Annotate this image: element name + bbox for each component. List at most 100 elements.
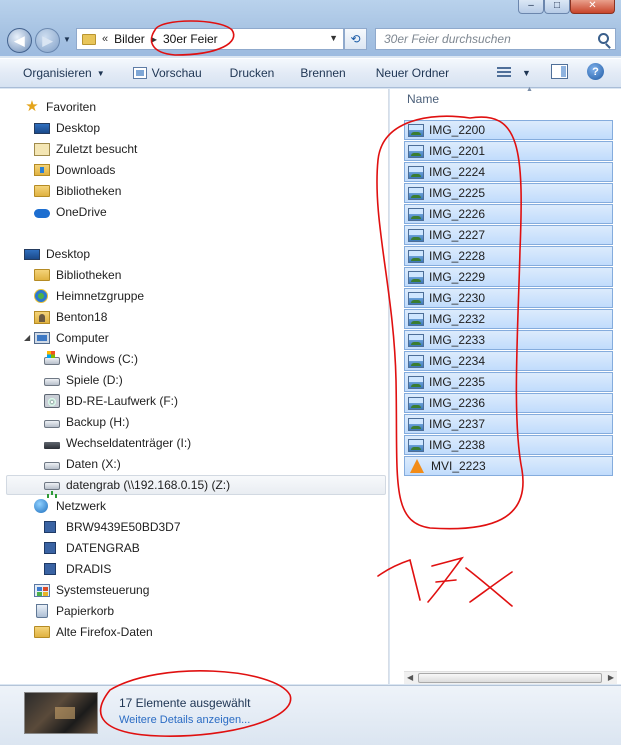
nav-user-benton18[interactable]: Benton18	[34, 307, 107, 327]
file-row[interactable]: IMG_2232	[404, 309, 613, 329]
forward-button[interactable]: ▶	[35, 28, 60, 53]
image-file-icon	[408, 228, 424, 242]
maximize-button[interactable]: □	[544, 0, 570, 14]
change-view-icon[interactable]	[497, 67, 511, 79]
horizontal-scrollbar[interactable]: ◀ ▶	[404, 671, 617, 684]
recent-places-icon	[34, 142, 50, 156]
view-options-chevron-icon[interactable]: ▼	[522, 68, 531, 78]
nav-drive-z[interactable]: datengrab (\\192.168.0.15) (Z:)	[6, 475, 386, 495]
burn-button[interactable]: Brennen	[292, 66, 353, 80]
file-row[interactable]: IMG_2237	[404, 414, 613, 434]
nav-network-brw[interactable]: BRW9439E50BD3D7	[44, 517, 181, 537]
nav-network-datengrab[interactable]: DATENGRAB	[44, 538, 140, 558]
nav-item-label: Desktop	[56, 121, 101, 135]
file-row[interactable]: IMG_2230	[404, 288, 613, 308]
file-name: IMG_2232	[429, 312, 486, 326]
new-folder-button[interactable]: Neuer Ordner	[368, 66, 457, 80]
desktop-icon	[34, 122, 50, 134]
scrollbar-thumb[interactable]	[418, 673, 602, 683]
file-row[interactable]: IMG_2238	[404, 435, 613, 455]
nav-drive-x[interactable]: Daten (X:)	[44, 454, 121, 474]
search-placeholder[interactable]: 30er Feier durchsuchen	[384, 32, 511, 46]
file-row[interactable]: IMG_2227	[404, 225, 613, 245]
breadcrumb-bilder[interactable]: Bilder	[114, 32, 145, 46]
file-row[interactable]: IMG_2236	[404, 393, 613, 413]
nav-drive-c[interactable]: Windows (C:)	[44, 349, 138, 369]
print-button[interactable]: Drucken	[222, 66, 283, 80]
search-box[interactable]: 30er Feier durchsuchen	[375, 28, 616, 50]
file-name: MVI_2223	[431, 459, 486, 473]
nav-network[interactable]: Netzwerk	[34, 496, 106, 516]
nav-item-label: Systemsteuerung	[56, 583, 150, 597]
nav-recycle-bin[interactable]: Papierkorb	[34, 601, 114, 621]
scroll-right-icon[interactable]: ▶	[608, 673, 614, 682]
nav-computer[interactable]: Computer	[34, 328, 109, 348]
nav-drive-i[interactable]: Wechseldatenträger (I:)	[44, 433, 191, 453]
nav-item-label: BRW9439E50BD3D7	[66, 520, 181, 534]
file-row[interactable]: IMG_2235	[404, 372, 613, 392]
preview-button[interactable]: Vorschau	[125, 66, 210, 80]
nav-homegroup[interactable]: Heimnetzgruppe	[34, 286, 144, 306]
file-name: IMG_2226	[429, 207, 486, 221]
hard-drive-icon	[44, 378, 60, 386]
recent-pages-dropdown[interactable]: ▼	[63, 35, 71, 44]
image-file-icon	[408, 207, 424, 221]
nav-item-label: Downloads	[56, 163, 116, 177]
nav-fav-libraries[interactable]: Bibliotheken	[34, 181, 121, 201]
vlc-video-icon	[410, 459, 424, 473]
homegroup-icon	[34, 289, 48, 303]
column-header-name[interactable]: Name	[407, 92, 439, 106]
address-dropdown-icon[interactable]: ▼	[329, 33, 338, 43]
nav-desktop[interactable]: Desktop	[24, 244, 90, 264]
image-file-icon	[408, 417, 424, 431]
minimize-button[interactable]: –	[518, 0, 544, 14]
nav-drive-f[interactable]: BD-RE-Laufwerk (F:)	[44, 391, 178, 411]
breadcrumb-30er-feier[interactable]: 30er Feier	[163, 32, 218, 46]
nav-item-label: Windows (C:)	[66, 352, 139, 366]
file-row[interactable]: IMG_2225	[404, 183, 613, 203]
file-row[interactable]: IMG_2226	[404, 204, 613, 224]
nav-fav-downloads[interactable]: Downloads	[34, 160, 115, 180]
nav-favorites[interactable]: ★ Favoriten	[24, 97, 96, 117]
address-overflow[interactable]: «	[102, 33, 108, 45]
file-name: IMG_2224	[429, 165, 486, 179]
refresh-button[interactable]: ⟲	[344, 28, 367, 50]
help-icon[interactable]: ?	[587, 63, 604, 80]
nav-libraries[interactable]: Bibliotheken	[34, 265, 121, 285]
file-row[interactable]: IMG_2200	[404, 120, 613, 140]
nav-item-label: Bibliotheken	[56, 268, 122, 282]
scroll-left-icon[interactable]: ◀	[407, 673, 413, 682]
nav-fav-onedrive[interactable]: OneDrive	[34, 202, 107, 222]
file-row[interactable]: IMG_2234	[404, 351, 613, 371]
nav-favorites-label: Favoriten	[46, 100, 97, 114]
nav-fav-desktop[interactable]: Desktop	[34, 118, 100, 138]
search-icon[interactable]	[598, 33, 609, 44]
file-row[interactable]: IMG_2224	[404, 162, 613, 182]
more-details-link[interactable]: Weitere Details anzeigen...	[119, 714, 250, 726]
nav-network-dradis[interactable]: DRADIS	[44, 559, 111, 579]
preview-pane-icon[interactable]	[551, 64, 568, 79]
nav-drive-h[interactable]: Backup (H:)	[44, 412, 129, 432]
nav-fav-recent[interactable]: Zuletzt besucht	[34, 139, 137, 159]
libraries-icon	[34, 185, 50, 197]
file-row[interactable]: IMG_2229	[404, 267, 613, 287]
arrow-right-icon: ▶	[42, 32, 53, 48]
nav-control-panel[interactable]: Systemsteuerung	[34, 580, 149, 600]
nav-firefox-data[interactable]: Alte Firefox-Daten	[34, 622, 153, 642]
image-file-icon	[408, 270, 424, 284]
nav-item-label: Bibliotheken	[56, 184, 122, 198]
hard-drive-icon	[44, 420, 60, 428]
address-bar[interactable]: « Bilder ▶ 30er Feier ▼	[76, 28, 344, 50]
nav-item-label: Papierkorb	[56, 604, 115, 618]
nav-item-label: Heimnetzgruppe	[56, 289, 145, 303]
expand-computer-chevron-icon[interactable]: ◢	[24, 333, 30, 342]
organize-button[interactable]: Organisieren ▼	[15, 66, 113, 80]
back-button[interactable]: ◀	[7, 28, 32, 53]
close-button[interactable]: ✕	[570, 0, 615, 14]
file-row[interactable]: IMG_2233	[404, 330, 613, 350]
breadcrumb-separator-icon[interactable]: ▶	[151, 35, 157, 44]
nav-drive-d[interactable]: Spiele (D:)	[44, 370, 123, 390]
file-row[interactable]: IMG_2201	[404, 141, 613, 161]
file-row[interactable]: IMG_2228	[404, 246, 613, 266]
file-row[interactable]: MVI_2223	[404, 456, 613, 476]
